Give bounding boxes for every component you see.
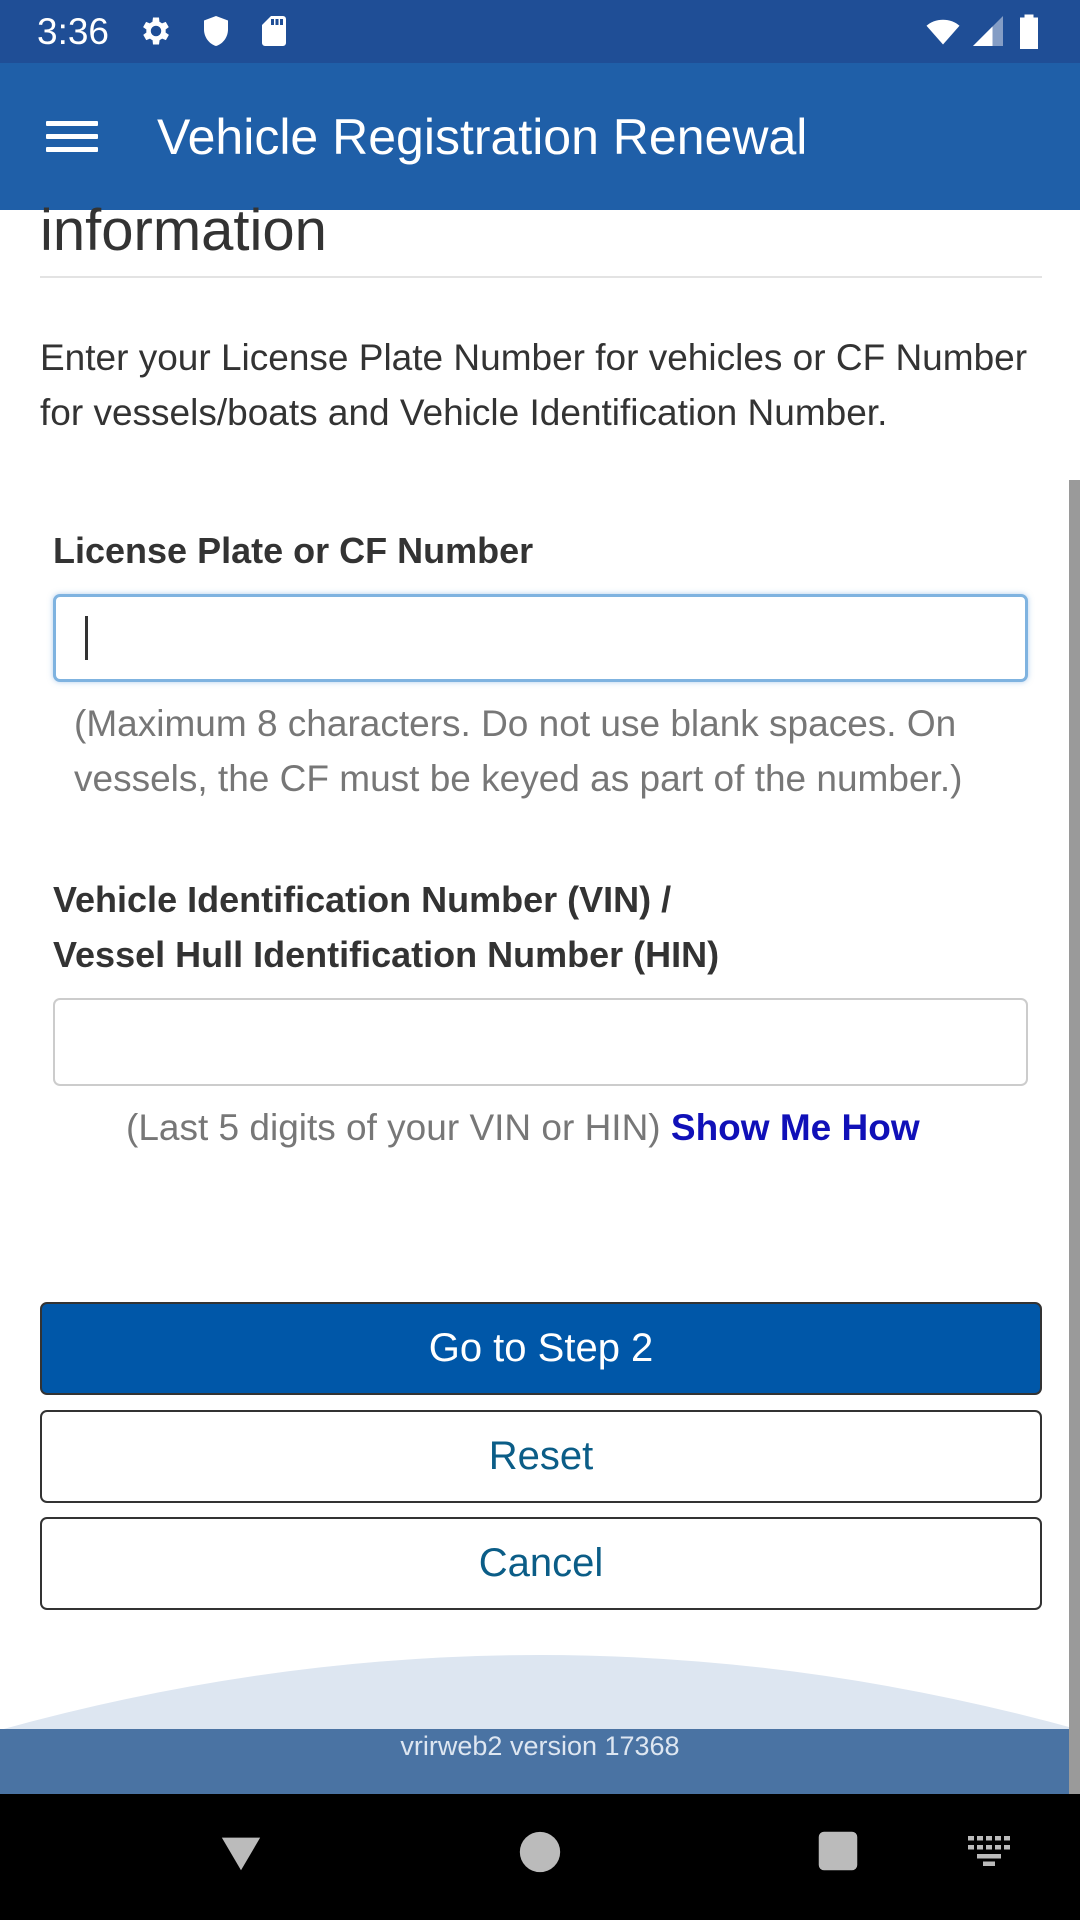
wifi-icon bbox=[926, 19, 960, 45]
scrollbar[interactable] bbox=[1069, 480, 1080, 1794]
signal-icon bbox=[973, 16, 1003, 46]
back-icon[interactable] bbox=[218, 1830, 264, 1876]
recents-icon[interactable] bbox=[817, 1830, 859, 1872]
vin-field-help: (Last 5 digits of your VIN or HIN) Show … bbox=[126, 1100, 920, 1155]
navigation-bar bbox=[0, 1794, 1080, 1920]
gear-icon bbox=[143, 17, 169, 45]
reset-button[interactable]: Reset bbox=[40, 1410, 1042, 1503]
home-icon[interactable] bbox=[518, 1830, 562, 1874]
shield-icon bbox=[204, 16, 228, 46]
vin-help-text: (Last 5 digits of your VIN or HIN) bbox=[126, 1107, 661, 1148]
vin-field-label-line2: Vessel Hull Identification Number (HIN) bbox=[53, 934, 720, 975]
footer: vrirweb2 version 17368 bbox=[0, 1729, 1080, 1794]
app-bar: Vehicle Registration Renewal bbox=[0, 63, 1080, 210]
status-bar: 3:36 bbox=[0, 0, 1080, 63]
footer-arc-decoration bbox=[0, 1655, 1080, 1730]
hamburger-menu-icon[interactable] bbox=[40, 109, 104, 165]
license-plate-input[interactable] bbox=[53, 594, 1028, 682]
keyboard-icon[interactable] bbox=[968, 1836, 1010, 1866]
sd-card-icon bbox=[262, 16, 286, 46]
heading-divider bbox=[40, 276, 1042, 278]
plate-field-label: License Plate or CF Number bbox=[53, 530, 534, 571]
go-to-step-2-button[interactable]: Go to Step 2 bbox=[40, 1302, 1042, 1395]
section-heading: information bbox=[40, 198, 327, 263]
battery-icon bbox=[1020, 14, 1038, 49]
plate-field-help: (Maximum 8 characters. Do not use blank … bbox=[74, 703, 963, 799]
app-title: Vehicle Registration Renewal bbox=[157, 109, 808, 165]
show-me-how-link[interactable]: Show Me How bbox=[671, 1107, 920, 1148]
vin-input[interactable] bbox=[53, 998, 1028, 1086]
version-text: vrirweb2 version 17368 bbox=[400, 1731, 680, 1761]
vin-field-label-line1: Vehicle Identification Number (VIN) / bbox=[53, 879, 672, 920]
intro-text: Enter your License Plate Number for vehi… bbox=[40, 337, 1028, 433]
text-cursor bbox=[85, 616, 88, 660]
status-time: 3:36 bbox=[37, 11, 110, 52]
cancel-button[interactable]: Cancel bbox=[40, 1517, 1042, 1610]
